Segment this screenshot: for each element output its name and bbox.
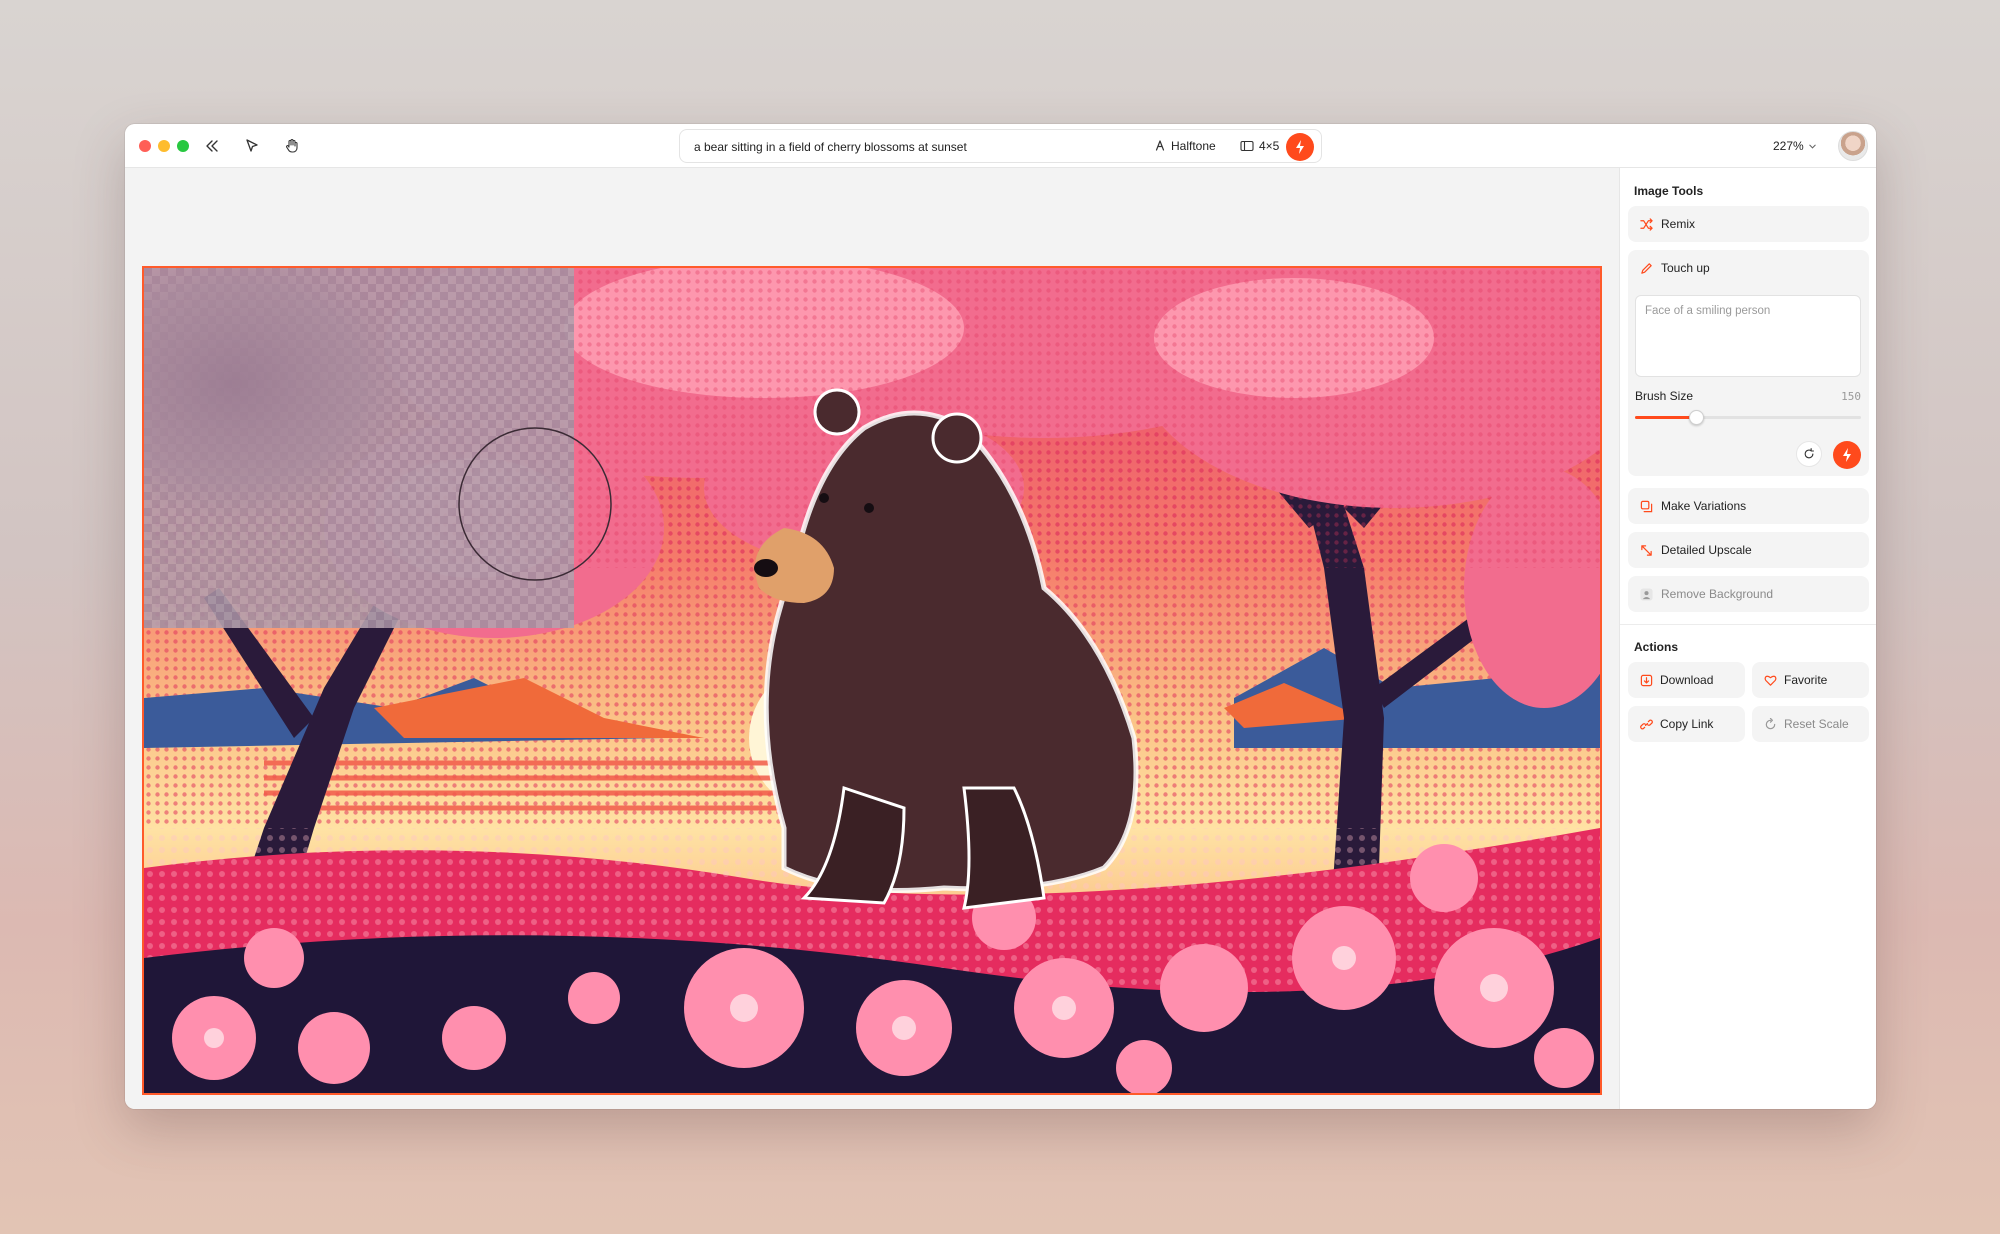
person-icon: [1640, 587, 1653, 601]
touch-up-header[interactable]: Touch up: [1640, 261, 1710, 275]
shuffle-icon: [1640, 217, 1653, 231]
touch-up-label: Touch up: [1661, 261, 1710, 275]
close-window-button[interactable]: [139, 140, 151, 152]
remix-button[interactable]: Remix: [1628, 206, 1869, 242]
favorite-label: Favorite: [1784, 673, 1828, 687]
generate-button[interactable]: [1286, 133, 1314, 161]
sidebar-divider: [1620, 624, 1876, 625]
refresh-icon: [1804, 448, 1815, 459]
reset-touch-up-button[interactable]: [1796, 441, 1822, 467]
remove-background-button[interactable]: Remove Background: [1628, 576, 1869, 612]
prompt-text[interactable]: a bear sitting in a field of cherry blos…: [694, 140, 967, 154]
style-chip-label: Halftone: [1171, 139, 1216, 153]
make-variations-button[interactable]: Make Variations: [1628, 488, 1869, 524]
remix-label: Remix: [1661, 217, 1696, 231]
variations-icon: [1640, 500, 1653, 512]
favorite-button[interactable]: Favorite: [1752, 662, 1869, 698]
style-chip[interactable]: Halftone: [1154, 139, 1216, 153]
image-tools-sidebar: Image Tools Remix Touch up Brush Size 15…: [1619, 168, 1876, 1109]
app-window: a bear sitting in a field of cherry blos…: [125, 124, 1876, 1109]
touch-up-panel: Touch up Brush Size 150: [1628, 250, 1869, 476]
apply-touch-up-button[interactable]: [1833, 441, 1861, 469]
hand-tool-icon[interactable]: [281, 135, 303, 157]
pointer-tool-icon[interactable]: [241, 135, 263, 157]
detailed-upscale-label: Detailed Upscale: [1661, 543, 1752, 557]
zoom-dropdown[interactable]: 227%: [1773, 139, 1817, 153]
download-button[interactable]: Download: [1628, 662, 1745, 698]
chevron-down-icon: [1808, 144, 1816, 149]
upscale-icon: [1641, 544, 1652, 556]
brush-size-slider-thumb[interactable]: [1689, 410, 1705, 425]
download-icon: [1640, 674, 1653, 686]
brush-size-label: Brush Size: [1635, 389, 1694, 403]
pencil-icon: [1641, 262, 1652, 274]
generated-image[interactable]: [142, 266, 1602, 1095]
minimize-window-button[interactable]: [158, 140, 170, 152]
maximize-window-button[interactable]: [177, 140, 189, 152]
reset-scale-label: Reset Scale: [1784, 717, 1849, 731]
canvas-area[interactable]: [125, 168, 1619, 1109]
download-label: Download: [1660, 673, 1714, 687]
brush-size-value: 150: [1841, 390, 1861, 403]
collapse-sidebar-icon[interactable]: [201, 135, 223, 157]
lightning-icon: [1296, 140, 1304, 154]
brush-size-slider-fill: [1635, 416, 1697, 419]
reset-scale-button[interactable]: Reset Scale: [1752, 706, 1869, 742]
pen-nib-icon: [1155, 140, 1165, 151]
make-variations-label: Make Variations: [1661, 499, 1747, 513]
zoom-level: 227%: [1773, 139, 1804, 153]
actions-title: Actions: [1634, 640, 1679, 654]
aspect-ratio-icon: [1240, 140, 1254, 152]
link-icon: [1640, 719, 1653, 729]
remove-background-label: Remove Background: [1661, 587, 1774, 601]
title-bar: a bear sitting in a field of cherry blos…: [125, 124, 1876, 168]
reset-icon: [1765, 717, 1776, 729]
aspect-ratio-label: 4×5: [1259, 139, 1280, 153]
image-tools-title: Image Tools: [1634, 184, 1704, 198]
user-avatar[interactable]: [1838, 131, 1868, 161]
heart-icon: [1764, 675, 1777, 686]
lightning-icon: [1843, 448, 1851, 462]
bear-cherry-blossom-artwork: [144, 268, 1600, 1093]
copy-link-button[interactable]: Copy Link: [1628, 706, 1745, 742]
copy-link-label: Copy Link: [1660, 717, 1714, 731]
prompt-bar[interactable]: a bear sitting in a field of cherry blos…: [679, 129, 1322, 163]
aspect-ratio-chip[interactable]: 4×5: [1240, 139, 1279, 153]
touch-up-prompt-input[interactable]: [1635, 295, 1861, 377]
detailed-upscale-button[interactable]: Detailed Upscale: [1628, 532, 1869, 568]
brush-size-slider[interactable]: [1635, 410, 1861, 425]
